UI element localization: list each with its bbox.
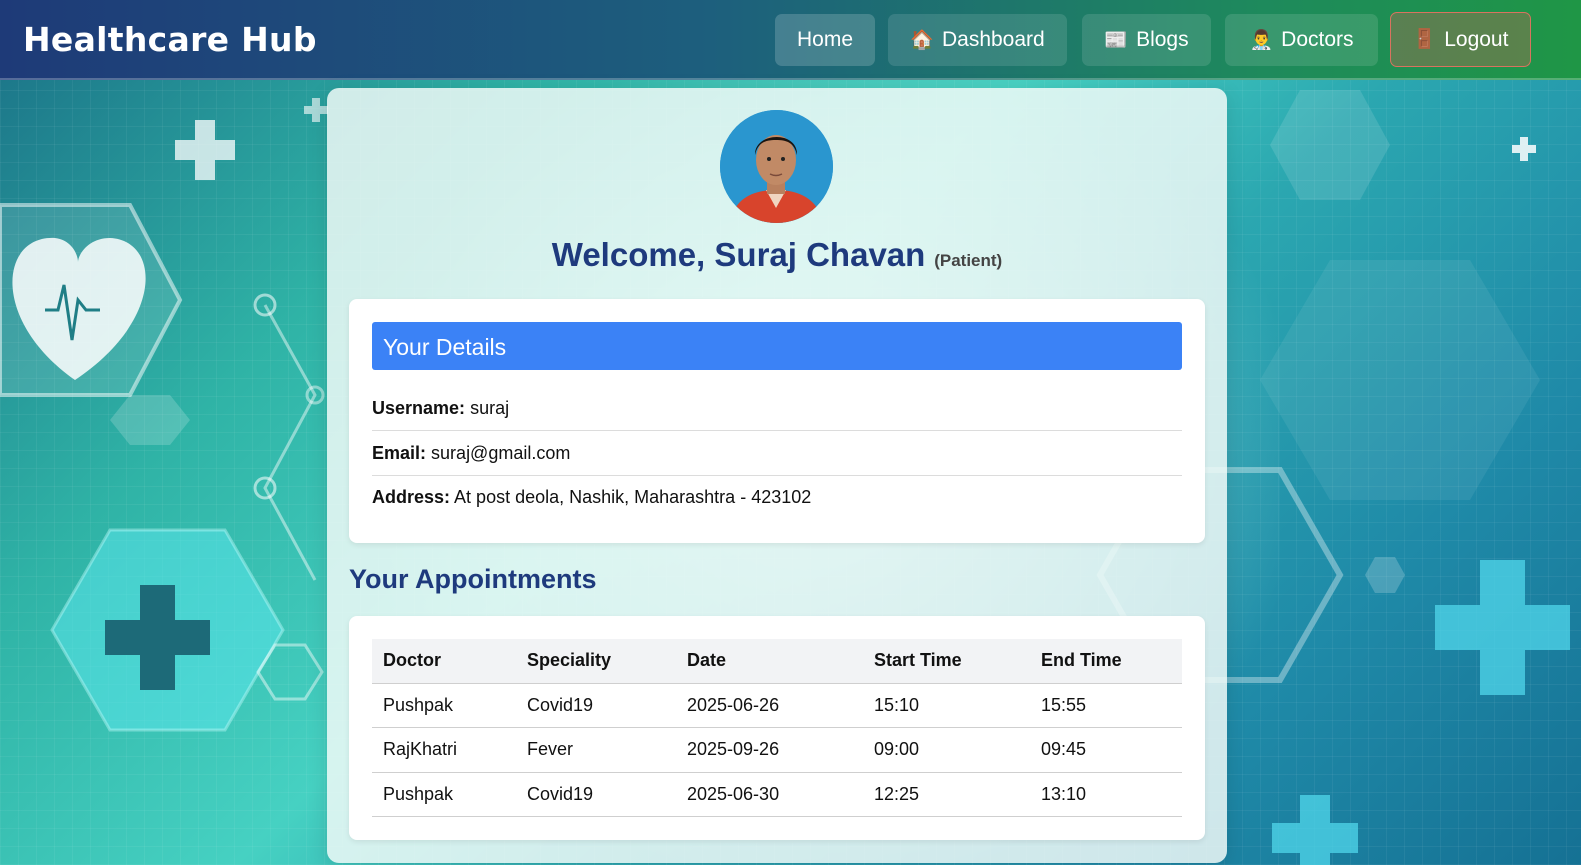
cell-end-time: 09:45 bbox=[1030, 727, 1182, 773]
column-header-speciality: Speciality bbox=[516, 639, 676, 684]
cell-speciality: Covid19 bbox=[516, 683, 676, 728]
cell-date: 2025-09-26 bbox=[676, 727, 863, 773]
welcome-text: Welcome, Suraj Chavan bbox=[551, 236, 926, 273]
email-value: suraj@gmail.com bbox=[431, 443, 571, 463]
cell-end-time: 13:10 bbox=[1030, 772, 1182, 817]
username-value: suraj bbox=[470, 398, 510, 418]
navbar: Healthcare Hub Home 🏠 Dashboard 📰 Blogs … bbox=[0, 0, 1581, 80]
avatar bbox=[720, 110, 833, 223]
column-header-doctor: Doctor bbox=[372, 639, 516, 684]
doctor-icon: 👨‍⚕️ bbox=[1249, 29, 1274, 51]
username-row: Username: suraj bbox=[372, 386, 1182, 431]
welcome-heading: Welcome, Suraj Chavan (Patient) bbox=[327, 236, 1227, 274]
table-header-row: Doctor Speciality Date Start Time End Ti… bbox=[372, 639, 1182, 684]
column-header-date: Date bbox=[676, 639, 863, 684]
house-icon: 🏠 bbox=[910, 29, 934, 51]
table-row: Pushpak Covid19 2025-06-30 12:25 13:10 bbox=[372, 772, 1182, 817]
details-section: Your Details Username: suraj Email: sura… bbox=[349, 299, 1205, 543]
cell-speciality: Covid19 bbox=[516, 772, 676, 817]
avatar-photo bbox=[720, 110, 833, 223]
profile-card: Welcome, Suraj Chavan (Patient) Your Det… bbox=[327, 88, 1227, 863]
cell-start-time: 12:25 bbox=[863, 772, 1030, 817]
newspaper-icon: 📰 bbox=[1104, 29, 1129, 51]
nav-dashboard-button[interactable]: 🏠 Dashboard bbox=[888, 14, 1067, 66]
cell-date: 2025-06-30 bbox=[676, 772, 863, 817]
username-label: Username: bbox=[372, 398, 466, 418]
brand-title[interactable]: Healthcare Hub bbox=[23, 20, 317, 59]
nav-home-label: Home bbox=[796, 28, 854, 51]
details-header: Your Details bbox=[372, 322, 1182, 370]
appointments-title: Your Appointments bbox=[349, 564, 597, 594]
cell-doctor: Pushpak bbox=[372, 683, 516, 728]
nav-home-button[interactable]: Home bbox=[775, 14, 875, 66]
nav-doctors-label: Doctors bbox=[1281, 28, 1354, 51]
appointments-section: Doctor Speciality Date Start Time End Ti… bbox=[349, 616, 1205, 840]
column-header-end-time: End Time bbox=[1030, 639, 1182, 684]
nav-doctors-button[interactable]: 👨‍⚕️ Doctors bbox=[1225, 14, 1378, 66]
cell-doctor: RajKhatri bbox=[372, 727, 516, 773]
cell-start-time: 15:10 bbox=[863, 683, 1030, 728]
logout-label: Logout bbox=[1444, 27, 1509, 51]
address-value: At post deola, Nashik, Maharashtra - 423… bbox=[454, 487, 812, 507]
address-row: Address: At post deola, Nashik, Maharash… bbox=[372, 475, 1182, 520]
cell-end-time: 15:55 bbox=[1030, 683, 1182, 728]
email-row: Email: suraj@gmail.com bbox=[372, 431, 1182, 476]
cell-date: 2025-06-26 bbox=[676, 683, 863, 728]
door-icon: 🚪 bbox=[1412, 29, 1437, 50]
address-label: Address: bbox=[372, 487, 451, 507]
nav-dashboard-label: Dashboard bbox=[941, 28, 1045, 51]
cell-speciality: Fever bbox=[516, 727, 676, 773]
cell-start-time: 09:00 bbox=[863, 727, 1030, 773]
appointments-table: Doctor Speciality Date Start Time End Ti… bbox=[372, 639, 1182, 817]
column-header-start-time: Start Time bbox=[863, 639, 1030, 684]
email-label: Email: bbox=[372, 443, 427, 463]
nav-blogs-label: Blogs bbox=[1136, 28, 1189, 51]
role-label: (Patient) bbox=[934, 251, 1003, 270]
cell-doctor: Pushpak bbox=[372, 772, 516, 817]
table-row: RajKhatri Fever 2025-09-26 09:00 09:45 bbox=[372, 727, 1182, 773]
nav-blogs-button[interactable]: 📰 Blogs bbox=[1082, 14, 1211, 66]
table-row: Pushpak Covid19 2025-06-26 15:10 15:55 bbox=[372, 683, 1182, 728]
logout-button[interactable]: 🚪 Logout bbox=[1390, 12, 1531, 67]
